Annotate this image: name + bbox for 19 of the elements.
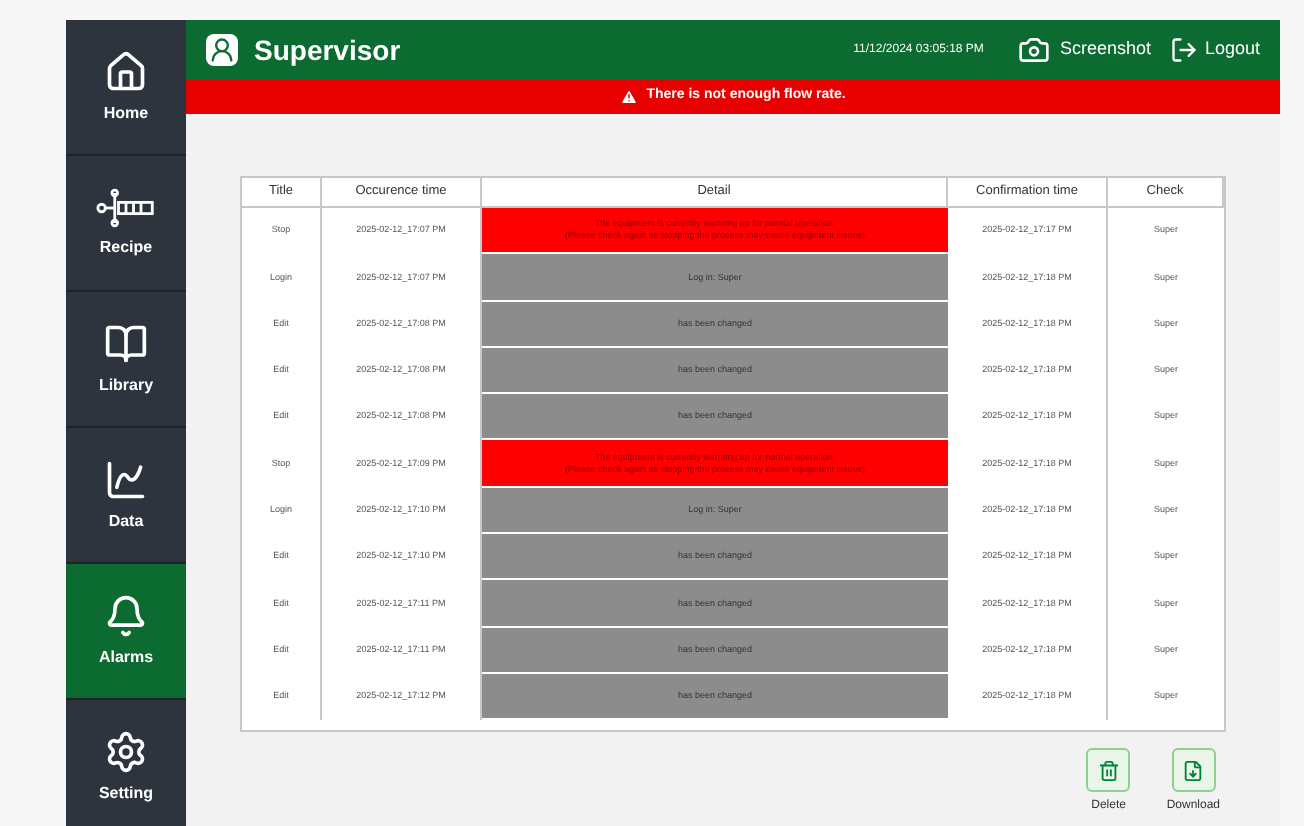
camera-icon [1015, 34, 1052, 66]
chart-icon [104, 457, 148, 501]
sidebar-item[interactable]: Library [66, 292, 186, 428]
download-icon [1182, 759, 1205, 781]
bell-icon [104, 593, 148, 637]
trash-icon [1097, 759, 1120, 781]
settings-icon [104, 729, 148, 773]
sidebar-item[interactable]: Alarms [66, 564, 186, 700]
logout-button[interactable]: Logout [1170, 36, 1260, 64]
home-icon [104, 49, 148, 93]
sidebar-item[interactable]: Setting [66, 700, 186, 826]
user-icon [206, 34, 238, 66]
warning-icon [620, 88, 639, 106]
logout-icon [1170, 36, 1199, 64]
sidebar-item[interactable]: Recipe [66, 156, 186, 292]
book-icon [104, 321, 148, 365]
pipeline-icon [96, 187, 156, 227]
screenshot-button[interactable]: Screenshot [1015, 34, 1151, 66]
user-name: Supervisor [254, 31, 401, 70]
